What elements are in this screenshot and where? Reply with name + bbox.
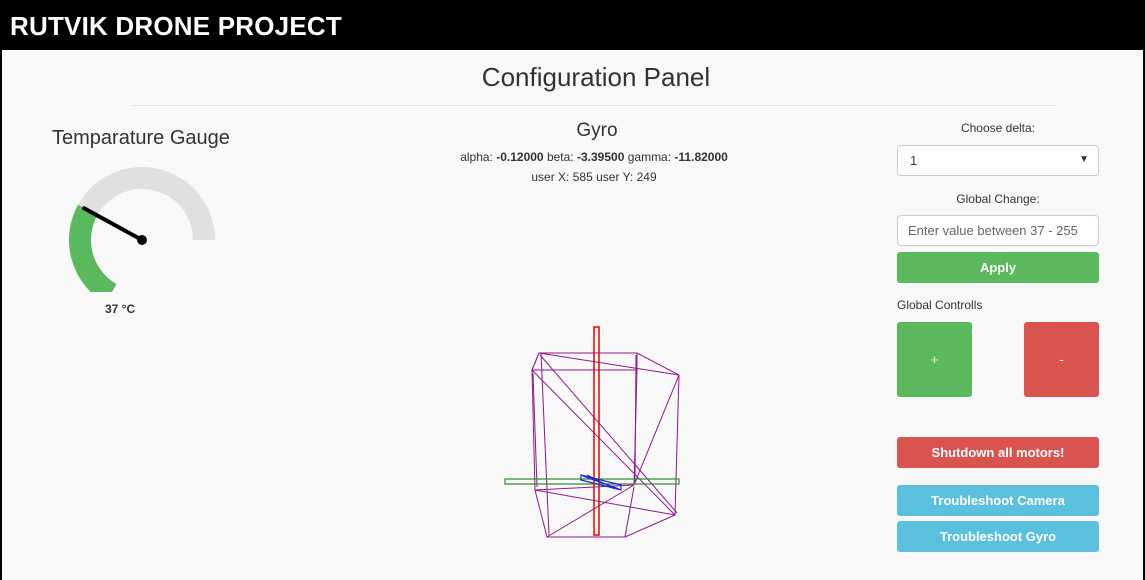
gyro-3d-svg <box>504 326 680 538</box>
gamma-value: -11.82000 <box>674 150 728 164</box>
brand-title[interactable]: RUTVIK DRONE PROJECT <box>10 11 342 42</box>
increase-button[interactable]: + <box>897 322 972 397</box>
temperature-gauge <box>62 162 222 304</box>
user-y-value: 249 <box>636 170 657 184</box>
main-content: Configuration Panel Temparature Gauge 37… <box>2 50 1143 580</box>
gyro-heading: Gyro <box>576 120 618 141</box>
decrease-button[interactable]: - <box>1024 322 1099 397</box>
user-x-label: user X: <box>531 170 570 184</box>
gamma-label: gamma: <box>627 150 672 164</box>
alpha-label: alpha: <box>460 150 493 164</box>
title-divider <box>132 105 1057 106</box>
temperature-readout: 37 °C <box>105 302 136 316</box>
user-x-value: 585 <box>572 170 593 184</box>
gauge-svg <box>69 167 215 304</box>
chevron-down-icon: ▼ <box>1079 154 1089 165</box>
global-change-label: Global Change: <box>956 192 1040 206</box>
global-change-input[interactable] <box>897 215 1099 246</box>
gyro-angles: alpha: -0.12000 beta: -3.39500 gamma: -1… <box>394 150 794 164</box>
top-navbar: RUTVIK DRONE PROJECT <box>0 0 1145 50</box>
delta-select[interactable]: 1 ▼ <box>897 145 1099 176</box>
page-title: Configuration Panel <box>481 62 711 92</box>
alpha-value: -0.12000 <box>496 150 544 164</box>
delta-selected-value: 1 <box>910 153 918 168</box>
apply-button[interactable]: Apply <box>897 252 1099 283</box>
wireframe-cube <box>531 352 680 538</box>
gyro-user-coords: user X: 585 user Y: 249 <box>394 170 794 184</box>
gyro-3d-view[interactable] <box>497 325 687 540</box>
gauge-heading: Temparature Gauge <box>52 127 230 149</box>
user-y-label: user Y: <box>596 170 634 184</box>
shutdown-motors-button[interactable]: Shutdown all motors! <box>897 437 1099 468</box>
gauge-hub <box>137 235 147 245</box>
beta-label: beta: <box>546 150 574 164</box>
troubleshoot-camera-button[interactable]: Troubleshoot Camera <box>897 485 1099 516</box>
global-controls-label: Global Controlls <box>897 298 983 312</box>
axis-red <box>593 326 600 536</box>
beta-value: -3.39500 <box>577 150 625 164</box>
troubleshoot-gyro-button[interactable]: Troubleshoot Gyro <box>897 521 1099 552</box>
delta-label: Choose delta: <box>960 121 1036 135</box>
